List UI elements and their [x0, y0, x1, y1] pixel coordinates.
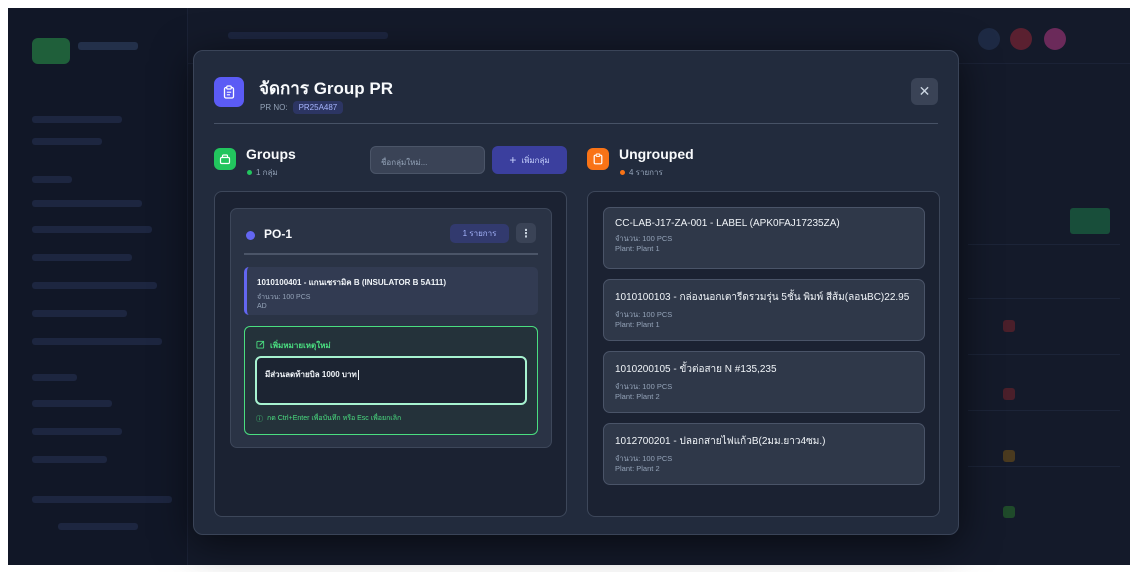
grouped-item-note: AD — [257, 303, 267, 310]
background-nav-line — [32, 226, 152, 233]
ungrouped-item[interactable]: 1012700201 - ปลอกสายไฟแก้วB(2มม.ยาว4ซม.)… — [603, 423, 925, 485]
groups-count: 1 กลุ่ม — [247, 166, 278, 179]
group-item-count-badge: 1 รายการ — [450, 224, 509, 243]
background-nav-line — [58, 523, 138, 530]
header-divider — [214, 123, 938, 124]
more-options-icon[interactable]: ⋮ — [516, 223, 536, 243]
note-text: มีส่วนลดท้ายบิล 1000 บาท — [265, 370, 357, 379]
background-nav-line — [32, 116, 122, 123]
background-nav-line — [32, 282, 157, 289]
note-editor-label: เพิ่มหมายเหตุใหม่ — [270, 341, 331, 350]
ungrouped-item-plant: Plant: Plant 2 — [615, 392, 660, 401]
groups-status-dot — [247, 170, 252, 175]
background-status — [1003, 506, 1015, 518]
groups-count-label: 1 กลุ่ม — [256, 168, 278, 177]
group-name: PO-1 — [264, 227, 293, 241]
background-status — [1003, 320, 1015, 332]
note-editor: เพิ่มหมายเหตุใหม่ มีส่วนลดท้ายบิล 1000 บ… — [244, 326, 538, 435]
background-nav-line — [32, 496, 172, 503]
note-hint-text: กด Ctrl+Enter เพื่อบันทึก หรือ Esc เพื่อ… — [267, 415, 402, 422]
ungrouped-clipboard-icon — [587, 148, 609, 170]
new-group-placeholder: ชื่อกลุ่มใหม่... — [381, 158, 428, 167]
close-icon: ✕ — [918, 83, 931, 99]
grouped-item-quantity: จำนวน: 100 PCS — [257, 294, 311, 301]
ungrouped-item-title: 1010100103 - กล่องนอกเตารีดรวมรุ่น 5ชั้น… — [615, 292, 910, 303]
background-nav-line — [32, 200, 142, 207]
group-card-divider — [244, 253, 538, 255]
background-avatar — [978, 28, 1000, 50]
ungrouped-item-quantity: จำนวน: 100 PCS — [615, 310, 673, 319]
ungrouped-item[interactable]: 1010100103 - กล่องนอกเตารีดรวมรุ่น 5ชั้น… — [603, 279, 925, 341]
background-table-line — [968, 354, 1120, 355]
note-editor-header: เพิ่มหมายเหตุใหม่ — [256, 339, 331, 352]
modal-title: จัดการ Group PR — [259, 79, 394, 98]
background-sidebar — [8, 8, 188, 565]
background-nav-line — [32, 400, 112, 407]
add-group-label: เพิ่มกลุ่ม — [521, 155, 550, 165]
background-avatar — [1010, 28, 1032, 50]
background-table-line — [968, 244, 1120, 245]
pr-number: PR NO: PR25A487 — [260, 101, 344, 114]
background-nav-line — [32, 138, 102, 145]
background-button — [1070, 208, 1110, 234]
groups-folder-icon — [214, 148, 236, 170]
background-table-line — [968, 410, 1120, 411]
background-nav-line — [32, 428, 122, 435]
background-status — [1003, 388, 1015, 400]
pr-number-value: PR25A487 — [292, 101, 344, 114]
background-nav-line — [32, 456, 107, 463]
background-table-line — [968, 298, 1120, 299]
ungrouped-item-quantity: จำนวน: 100 PCS — [615, 234, 673, 243]
ungrouped-title: Ungrouped — [619, 146, 694, 162]
background-status — [1003, 450, 1015, 462]
group-color-dot — [246, 231, 255, 240]
note-textarea[interactable]: มีส่วนลดท้ายบิล 1000 บาท — [255, 356, 527, 405]
ungrouped-item[interactable]: 1010200105 - ขั้วต่อสาย N #135,235 จำนวน… — [603, 351, 925, 413]
new-group-name-input[interactable]: ชื่อกลุ่มใหม่... — [370, 146, 485, 174]
note-editor-hint: ⓘ กด Ctrl+Enter เพื่อบันทึก หรือ Esc เพื… — [256, 413, 401, 424]
groups-panel: PO-1 1 รายการ ⋮ 1010100401 - แกนเซรามิค … — [214, 191, 567, 517]
modal-header: จัดการ Group PR PR NO: PR25A487 ✕ — [214, 73, 938, 125]
ungrouped-item-plant: Plant: Plant 2 — [615, 464, 660, 473]
group-card-po-1[interactable]: PO-1 1 รายการ ⋮ 1010100401 - แกนเซรามิค … — [230, 208, 552, 448]
ungrouped-status-dot — [620, 170, 625, 175]
background-nav-line — [32, 338, 162, 345]
background-logo — [32, 38, 70, 64]
background-logo-text — [78, 42, 138, 50]
pr-number-label: PR NO: — [260, 103, 288, 112]
background-avatar — [1044, 28, 1066, 50]
grouped-item[interactable]: 1010100401 - แกนเซรามิค B (INSULATOR B 5… — [244, 267, 538, 315]
ungrouped-panel: CC-LAB-J17-ZA-001 - LABEL (APK0FAJ17235Z… — [587, 191, 940, 517]
ungrouped-item-plant: Plant: Plant 1 — [615, 244, 660, 253]
background-nav-line — [32, 176, 72, 183]
ungrouped-count: 4 รายการ — [620, 166, 663, 179]
ungrouped-item-plant: Plant: Plant 1 — [615, 320, 660, 329]
group-pr-modal: จัดการ Group PR PR NO: PR25A487 ✕ Groups… — [193, 50, 959, 535]
background-topbar-line — [228, 32, 388, 39]
clipboard-icon — [214, 77, 244, 107]
ungrouped-item-title: 1012700201 - ปลอกสายไฟแก้วB(2มม.ยาว4ซม.) — [615, 436, 826, 447]
info-icon: ⓘ — [256, 415, 263, 423]
plus-icon: + — [509, 153, 517, 167]
grouped-item-title: 1010100401 - แกนเซรามิค B (INSULATOR B 5… — [257, 278, 447, 287]
edit-note-icon — [256, 340, 265, 351]
ungrouped-item[interactable]: CC-LAB-J17-ZA-001 - LABEL (APK0FAJ17235Z… — [603, 207, 925, 269]
background-nav-line — [32, 310, 127, 317]
ungrouped-item-quantity: จำนวน: 100 PCS — [615, 382, 673, 391]
ungrouped-item-title: 1010200105 - ขั้วต่อสาย N #135,235 — [615, 364, 777, 375]
ungrouped-count-label: 4 รายการ — [629, 168, 663, 177]
background-nav-line — [32, 254, 132, 261]
add-group-button[interactable]: + เพิ่มกลุ่ม — [492, 146, 567, 174]
text-caret — [357, 369, 359, 380]
ungrouped-item-title: CC-LAB-J17-ZA-001 - LABEL (APK0FAJ17235Z… — [615, 218, 840, 229]
groups-title: Groups — [246, 146, 296, 162]
background-nav-line — [32, 374, 77, 381]
background-table-line — [968, 466, 1120, 467]
close-button[interactable]: ✕ — [911, 78, 938, 105]
ungrouped-item-quantity: จำนวน: 100 PCS — [615, 454, 673, 463]
